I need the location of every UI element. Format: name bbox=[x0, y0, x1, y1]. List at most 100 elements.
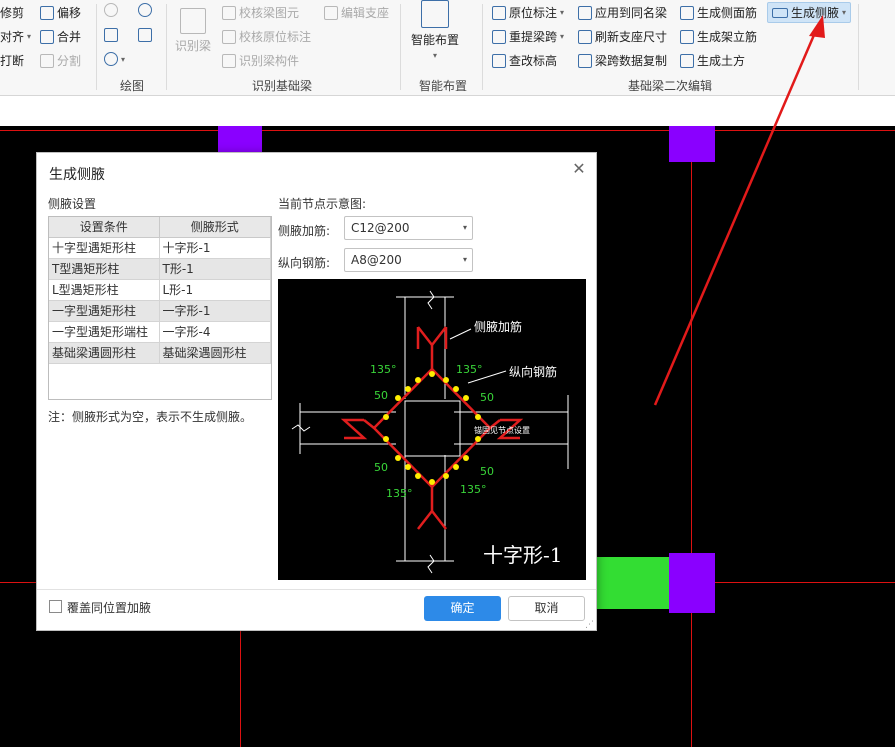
grid-line-right bbox=[691, 126, 692, 747]
table-row[interactable]: T型遇矩形柱 T形-1 bbox=[49, 258, 271, 280]
apply-same-beam-button[interactable]: 应用到同名梁 bbox=[578, 4, 667, 21]
copy-span-data-button[interactable]: 梁跨数据复制 bbox=[578, 52, 667, 69]
reextract-span-label: 重提梁跨 bbox=[509, 30, 558, 44]
ribbon-separator bbox=[96, 4, 97, 90]
edit-elev-label: 查改标高 bbox=[509, 54, 558, 68]
arc-tool[interactable]: ▾ bbox=[104, 52, 125, 66]
table-header-form[interactable]: 侧腋形式 bbox=[159, 217, 271, 238]
close-icon[interactable]: ✕ bbox=[571, 161, 587, 177]
identify-beam-comp-label: 识别梁构件 bbox=[239, 54, 300, 68]
resize-grip-icon[interactable]: ⋰ bbox=[585, 620, 594, 630]
side-rebar-value: C12@200 bbox=[351, 221, 410, 235]
settings-label: 侧腋设置 bbox=[48, 197, 97, 211]
side-rebar-icon bbox=[680, 5, 694, 20]
circle-tool[interactable] bbox=[138, 3, 152, 17]
apply-icon bbox=[578, 5, 592, 20]
rectangle-icon bbox=[138, 28, 152, 42]
dialog-title: 生成侧腋 bbox=[49, 167, 105, 183]
chevron-down-icon: ▾ bbox=[121, 54, 126, 64]
check-orig-mark-label: 校核原位标注 bbox=[239, 30, 312, 44]
diagram-dim-bl: 50 bbox=[374, 461, 388, 474]
diagram-angle-tr: 135° bbox=[456, 363, 483, 376]
diagram-label-side-rebar: 侧腋加筋 bbox=[474, 319, 522, 334]
table-cell-form[interactable]: 一字形-1 bbox=[159, 300, 271, 322]
split-button[interactable]: 分割 bbox=[40, 52, 81, 69]
edit-support-label: 编辑支座 bbox=[341, 6, 390, 20]
table-row[interactable]: 十字型遇矩形柱 十字形-1 bbox=[49, 237, 271, 259]
diagram-label-long-rebar: 纵向钢筋 bbox=[509, 364, 557, 379]
table-row[interactable]: 一字型遇矩形端柱 一字形-4 bbox=[49, 321, 271, 343]
orig-mark-button[interactable]: 原位标注 ▾ bbox=[492, 4, 564, 21]
long-rebar-select[interactable]: A8@200 ▾ bbox=[344, 248, 473, 272]
grid-line-top bbox=[0, 130, 895, 131]
apply-same-beam-label: 应用到同名梁 bbox=[595, 6, 668, 20]
draw-group-label: 绘图 bbox=[119, 79, 144, 93]
diagram-anchor-note: 锚固见节点设置 bbox=[474, 425, 530, 435]
refresh-support-button[interactable]: 刷新支座尺寸 bbox=[578, 28, 667, 45]
split-label: 分割 bbox=[57, 54, 82, 68]
table-row[interactable]: 一字型遇矩形柱 一字形-1 bbox=[49, 300, 271, 322]
gen-side-rebar-label: 生成侧面筋 bbox=[697, 6, 758, 20]
trim-button[interactable]: 修剪 bbox=[0, 4, 24, 21]
side-rebar-label: 侧腋加筋: bbox=[278, 224, 331, 238]
identify-beam-comp-button[interactable]: 识别梁构件 bbox=[222, 52, 299, 69]
ribbon-separator bbox=[166, 4, 167, 90]
identify-beam-icon bbox=[180, 8, 206, 34]
chevron-down-icon: ▾ bbox=[462, 223, 467, 232]
diagram-angle-br: 135° bbox=[460, 483, 487, 496]
gen-haunch-label: 生成侧腋 bbox=[791, 6, 840, 20]
gen-stand-rebar-button[interactable]: 生成架立筋 bbox=[680, 28, 757, 45]
line-tool[interactable] bbox=[104, 28, 118, 42]
gen-side-rebar-button[interactable]: 生成侧面筋 bbox=[680, 4, 757, 21]
merge-icon bbox=[40, 29, 54, 44]
table-cell-form[interactable]: 一字形-4 bbox=[159, 321, 271, 343]
table-cell-form[interactable]: 十字形-1 bbox=[159, 237, 271, 259]
orig-mark-icon bbox=[492, 5, 506, 20]
check-beam-icon bbox=[222, 5, 236, 20]
cancel-button[interactable]: 取消 bbox=[508, 596, 585, 621]
table-row[interactable]: 基础梁遇圆形柱 基础梁遇圆形柱 bbox=[49, 342, 271, 364]
chevron-down-icon: ▾ bbox=[560, 8, 565, 17]
gen-haunch-button[interactable]: 生成侧腋 ▾ bbox=[767, 2, 852, 23]
column-bottom-right[interactable] bbox=[669, 553, 715, 613]
align-button[interactable]: 对齐 ▾ bbox=[0, 28, 31, 45]
align-label: 对齐 bbox=[0, 30, 25, 44]
reextract-span-button[interactable]: 重提梁跨 ▾ bbox=[492, 28, 564, 45]
node-diagram-svg: 侧腋加筋 纵向钢筋 锚固见节点设置 十字形-1 135° 135° 135° 1… bbox=[291, 290, 569, 574]
reextract-icon bbox=[492, 29, 506, 44]
cover-same-position-label[interactable]: 覆盖同位置加腋 bbox=[67, 599, 151, 616]
table-row[interactable]: L型遇矩形柱 L形-1 bbox=[49, 279, 271, 301]
ok-button[interactable]: 确定 bbox=[424, 596, 501, 621]
ribbon-separator bbox=[400, 4, 401, 90]
merge-label: 合并 bbox=[57, 30, 82, 44]
diagram-shape-name: 十字形-1 bbox=[483, 543, 562, 567]
haunch-icon bbox=[772, 7, 788, 18]
stand-rebar-icon bbox=[680, 29, 694, 44]
check-beam-elem-button[interactable]: 校核梁图元 bbox=[222, 4, 299, 21]
diagram-angle-tl: 135° bbox=[370, 363, 397, 376]
point-tool[interactable] bbox=[104, 3, 118, 17]
gen-earthwork-button[interactable]: 生成土方 bbox=[680, 52, 745, 69]
identify-beam-button[interactable]: 识别梁 bbox=[174, 2, 212, 54]
copy-span-icon bbox=[578, 53, 592, 68]
table-cell-form[interactable]: L形-1 bbox=[159, 279, 271, 301]
gen-haunch-dialog: 生成侧腋 ✕ 侧腋设置 设置条件 侧腋形式 十字型遇矩形柱 十字形-1 T型遇矩形… bbox=[36, 152, 597, 631]
break-button[interactable]: 打断 bbox=[0, 52, 24, 69]
merge-button[interactable]: 合并 bbox=[40, 28, 81, 45]
offset-button[interactable]: 偏移 bbox=[40, 4, 81, 21]
table-cell-condition: 基础梁遇圆形柱 bbox=[49, 342, 160, 364]
foundation-beam[interactable] bbox=[597, 557, 671, 609]
table-header-condition[interactable]: 设置条件 bbox=[49, 217, 160, 238]
smart-layout-button[interactable]: 智能布置 ▾ bbox=[408, 0, 462, 60]
cover-same-position-checkbox[interactable] bbox=[49, 600, 62, 613]
diagram-dim-br: 50 bbox=[480, 465, 494, 478]
edit-elev-button[interactable]: 查改标高 bbox=[492, 52, 557, 69]
check-orig-mark-button[interactable]: 校核原位标注 bbox=[222, 28, 311, 45]
edit-support-button[interactable]: 编辑支座 bbox=[324, 4, 389, 21]
rect-tool[interactable] bbox=[138, 28, 152, 42]
table-cell-form[interactable]: T形-1 bbox=[159, 258, 271, 280]
column-top-right[interactable] bbox=[669, 126, 715, 162]
table-cell-form[interactable]: 基础梁遇圆形柱 bbox=[159, 342, 271, 364]
column-top-left[interactable] bbox=[218, 126, 262, 154]
side-rebar-select[interactable]: C12@200 ▾ bbox=[344, 216, 473, 240]
